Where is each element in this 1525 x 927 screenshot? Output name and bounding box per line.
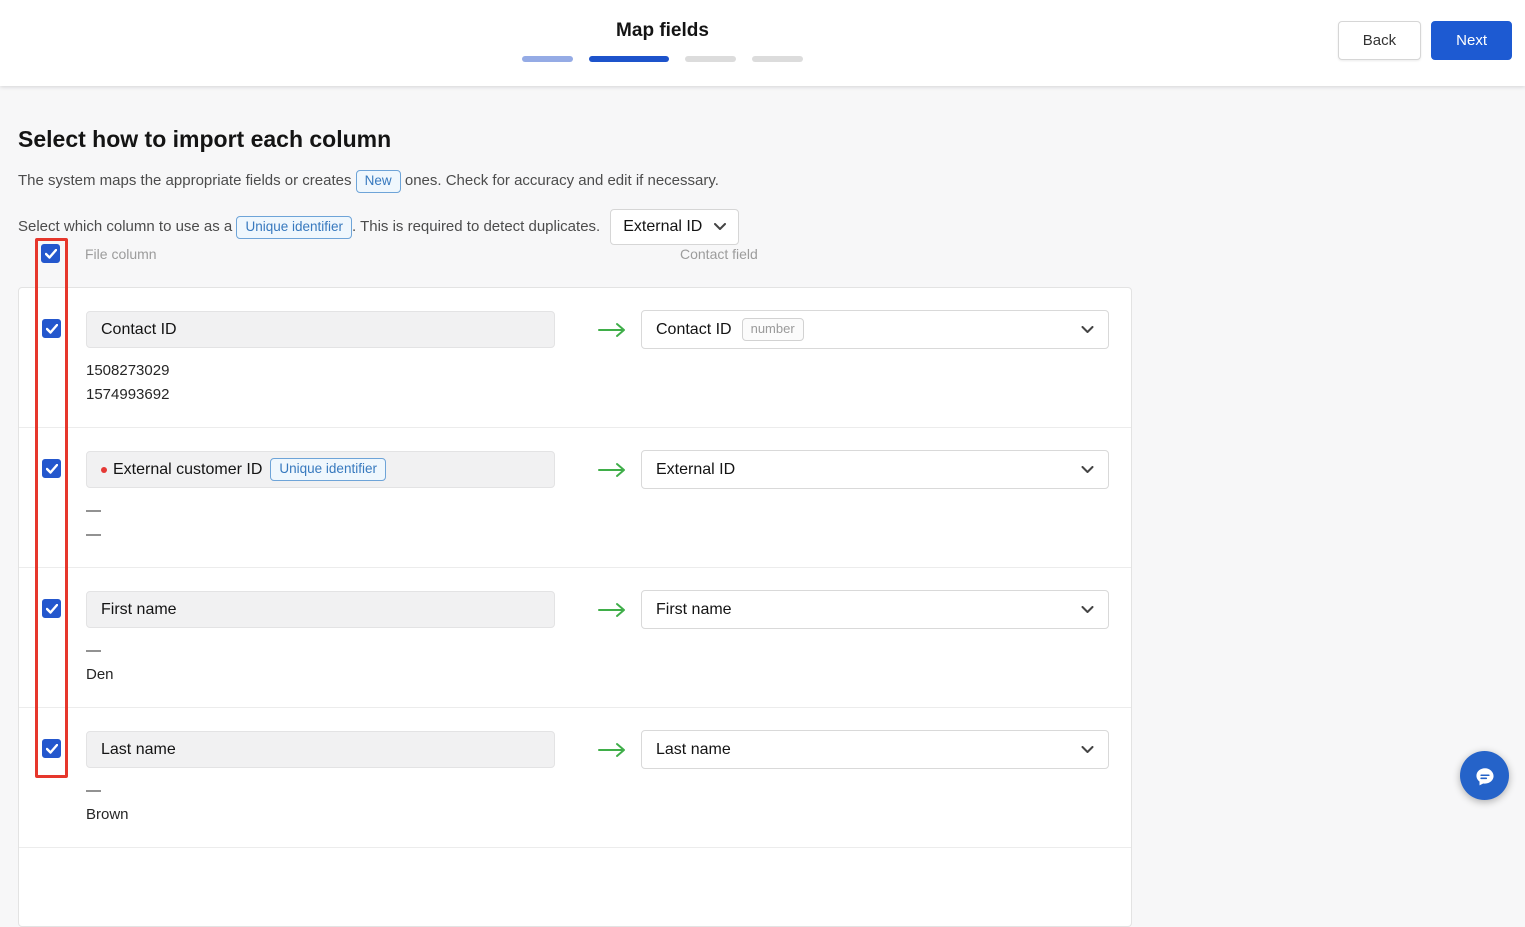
intro-text: Select which column to use as a (18, 218, 233, 236)
wizard-actions: Back Next (1337, 21, 1512, 60)
mapping-row-last-name: Last name Last name — Brown (19, 708, 1131, 848)
sample-value: Den (86, 666, 114, 683)
intro-text: . This is required to detect duplicates. (352, 218, 601, 236)
file-column-name: Last name (101, 740, 176, 758)
sample-value: 1574993692 (86, 386, 170, 403)
unique-identifier-badge: Unique identifier (236, 215, 353, 239)
sample-value: — (86, 526, 101, 543)
contact-field-select[interactable]: Last name (641, 730, 1109, 769)
required-dot-icon (101, 466, 107, 473)
progress-step-3 (685, 56, 736, 62)
contact-field-value: First name (656, 600, 732, 618)
wizard-progress (0, 56, 1325, 62)
import-mapping-section: Select how to import each column The sys… (0, 86, 1525, 927)
sample-value: Brown (86, 806, 129, 823)
contact-field-select[interactable]: External ID (641, 450, 1109, 489)
progress-step-4 (752, 56, 803, 62)
file-column-name: Contact ID (101, 320, 177, 338)
chevron-down-icon (1081, 745, 1094, 753)
chevron-down-icon (1081, 325, 1094, 333)
arrow-right-icon (597, 451, 627, 488)
check-icon (44, 248, 57, 259)
row-checkbox[interactable] (42, 599, 61, 618)
contact-field-value: Last name (656, 740, 731, 758)
chevron-down-icon (1081, 465, 1094, 473)
table-header-row: File column Contact field (0, 244, 1525, 266)
file-column-name: First name (101, 600, 177, 618)
mapping-row-external-customer-id: External customer ID Unique identifier E… (19, 428, 1131, 568)
contact-field-value: External ID (656, 460, 736, 478)
wizard-header-center: Map fields (0, 20, 1325, 62)
mapping-row-contact-id: Contact ID Contact ID number 1508273029 … (19, 288, 1131, 428)
chat-icon (1475, 767, 1494, 785)
page-title: Map fields (616, 20, 709, 41)
sample-values: — Brown (86, 779, 129, 827)
intro-text: ones. Check for accuracy and edit if nec… (404, 172, 719, 190)
row-checkbox[interactable] (42, 739, 61, 758)
progress-step-2 (589, 56, 669, 62)
intro-line-2: Select which column to use as a Unique i… (18, 209, 1525, 246)
contact-field-select[interactable]: First name (641, 590, 1109, 629)
check-icon (45, 743, 58, 754)
next-button[interactable]: Next (1431, 21, 1512, 60)
back-button[interactable]: Back (1337, 21, 1422, 60)
mapping-row-first-name: First name First name — Den (19, 568, 1131, 708)
wizard-header: Map fields Back Next (0, 0, 1525, 86)
select-all-checkbox[interactable] (41, 244, 60, 263)
file-column-field: First name (86, 591, 555, 628)
check-icon (45, 463, 58, 474)
sample-value: 1508273029 (86, 362, 170, 379)
unique-identifier-select[interactable]: External ID (610, 209, 740, 246)
row-checkbox[interactable] (42, 319, 61, 338)
arrow-right-icon (597, 731, 627, 768)
sample-value: — (86, 782, 101, 799)
arrow-right-icon (597, 311, 627, 348)
sample-values: — — (86, 499, 101, 547)
row-checkbox[interactable] (42, 459, 61, 478)
field-type-badge: number (741, 318, 804, 341)
file-column-field: Last name (86, 731, 555, 768)
chevron-down-icon (714, 223, 727, 231)
sample-values: 1508273029 1574993692 (86, 359, 169, 407)
unique-identifier-badge: Unique identifier (270, 458, 386, 481)
file-column-field: External customer ID Unique identifier (86, 451, 555, 488)
check-icon (45, 323, 58, 334)
contact-field-value: Contact ID (656, 320, 732, 338)
file-column-name: External customer ID (113, 460, 263, 478)
mapping-table: Contact ID Contact ID number 1508273029 … (18, 287, 1132, 927)
sample-value: — (86, 642, 101, 659)
contact-field-select[interactable]: Contact ID number (641, 310, 1109, 349)
chat-widget-button[interactable] (1460, 751, 1509, 800)
progress-step-1 (522, 56, 573, 62)
intro-line-1: The system maps the appropriate fields o… (18, 168, 1525, 194)
sample-value: — (86, 502, 101, 519)
file-column-field: Contact ID (86, 311, 555, 348)
new-badge: New (355, 169, 401, 193)
section-heading: Select how to import each column (18, 126, 392, 152)
file-column-header: File column (85, 246, 157, 262)
contact-field-header: Contact field (680, 246, 758, 262)
arrow-right-icon (597, 591, 627, 628)
check-icon (45, 603, 58, 614)
chevron-down-icon (1081, 605, 1094, 613)
unique-identifier-selected-value: External ID (623, 218, 703, 236)
sample-values: — Den (86, 639, 114, 687)
intro-text: The system maps the appropriate fields o… (18, 172, 352, 190)
